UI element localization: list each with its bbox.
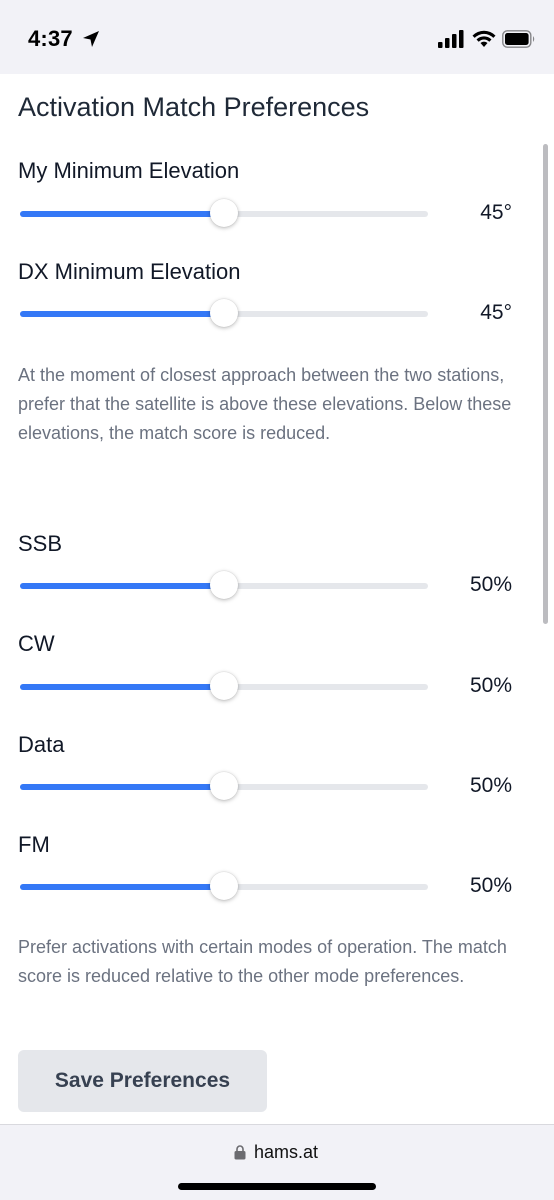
slider-thumb[interactable]: [210, 299, 238, 327]
page-title: Activation Match Preferences: [18, 92, 370, 122]
dx-min-elevation-slider[interactable]: [20, 299, 428, 327]
slider-thumb[interactable]: [210, 872, 238, 900]
dx-min-elevation-label: DX Minimum Elevation: [18, 259, 241, 284]
cw-slider[interactable]: [20, 672, 428, 700]
modes-help-text: Prefer activations with certain modes of…: [18, 937, 507, 986]
wifi-icon: [472, 30, 496, 47]
browser-url-bar[interactable]: hams.at: [0, 1124, 554, 1200]
preferences-panel: Activation Match Preferences My Minimum …: [0, 74, 554, 1124]
slider-fill: [20, 311, 224, 317]
data-value: 50%: [469, 774, 512, 797]
ssb-label: SSB: [18, 531, 63, 556]
cellular-signal-icon: [438, 30, 464, 48]
home-indicator: [178, 1183, 376, 1190]
ssb-slider[interactable]: [20, 571, 428, 599]
slider-fill: [20, 884, 224, 890]
save-preferences-button[interactable]: Save Preferences: [18, 1050, 267, 1112]
status-bar: 4:37: [0, 0, 554, 74]
fm-slider[interactable]: [20, 872, 428, 900]
dx-min-elevation-value: 45°: [480, 301, 512, 324]
fm-label: FM: [18, 832, 50, 857]
slider-fill: [20, 583, 224, 589]
my-min-elevation-value: 45°: [480, 201, 512, 224]
elevation-help-text: At the moment of closest approach betwee…: [18, 365, 512, 443]
data-slider[interactable]: [20, 772, 428, 800]
lock-icon: [234, 1145, 246, 1160]
status-time: 4:37: [28, 26, 73, 51]
slider-fill: [20, 684, 224, 690]
fm-value: 50%: [469, 874, 512, 897]
url-text[interactable]: hams.at: [254, 1142, 318, 1163]
slider-thumb[interactable]: [210, 571, 238, 599]
cw-value: 50%: [469, 674, 512, 697]
data-label: Data: [18, 732, 65, 757]
slider-thumb[interactable]: [210, 672, 238, 700]
slider-thumb[interactable]: [210, 199, 238, 227]
my-min-elevation-slider[interactable]: [20, 199, 428, 227]
cw-label: CW: [18, 631, 55, 656]
battery-icon: [502, 30, 535, 48]
slider-fill: [20, 784, 224, 790]
scrollbar[interactable]: [543, 144, 548, 624]
slider-fill: [20, 211, 224, 217]
location-arrow-icon: [83, 31, 99, 47]
my-min-elevation-label: My Minimum Elevation: [18, 158, 240, 183]
slider-thumb[interactable]: [210, 772, 238, 800]
ssb-value: 50%: [469, 573, 512, 596]
